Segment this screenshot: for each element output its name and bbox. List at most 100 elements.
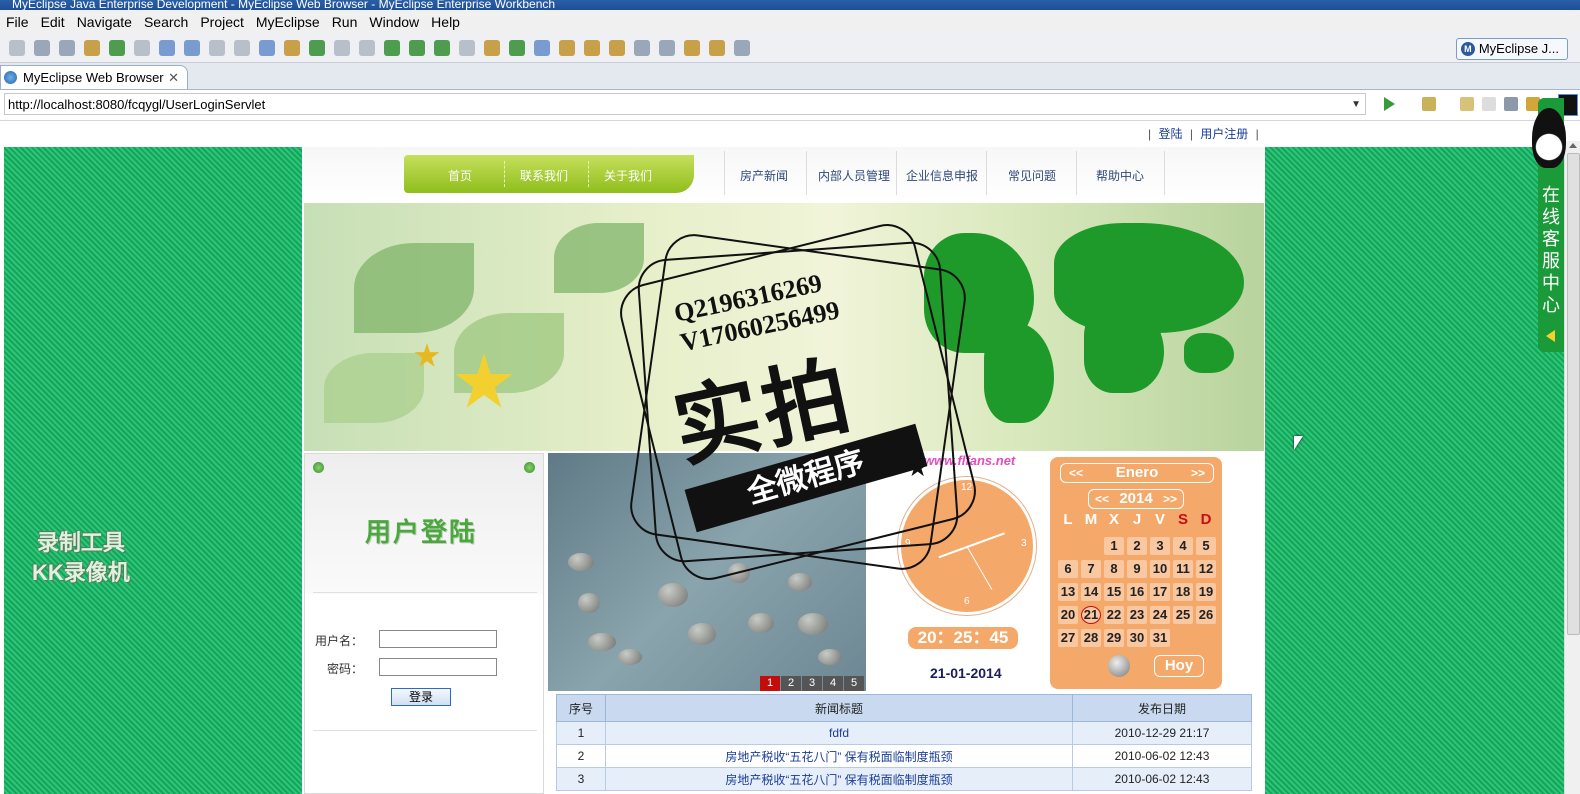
link-icon[interactable] xyxy=(534,40,550,56)
calendar-day[interactable]: 26 xyxy=(1196,606,1216,624)
save-icon[interactable] xyxy=(34,40,50,56)
debug-icon[interactable] xyxy=(109,40,125,56)
next-year-button[interactable]: >> xyxy=(1163,490,1177,508)
username-input[interactable] xyxy=(379,630,497,648)
next-annotation-icon[interactable] xyxy=(634,40,650,56)
forward-icon[interactable] xyxy=(734,40,750,56)
external-tool-icon[interactable] xyxy=(434,40,450,56)
menu-project[interactable]: Project xyxy=(200,14,244,30)
perspective-switcher[interactable]: MyEclipse J... xyxy=(1455,38,1568,60)
run-icon[interactable] xyxy=(409,40,425,56)
bug-icon[interactable] xyxy=(384,40,400,56)
calendar-day[interactable]: 28 xyxy=(1081,629,1101,647)
nav-news[interactable]: 房产新闻 xyxy=(740,167,788,184)
menu-search[interactable]: Search xyxy=(144,14,188,30)
prev-month-button[interactable]: << xyxy=(1069,464,1083,482)
menu-navigate[interactable]: Navigate xyxy=(77,14,132,30)
calendar-day[interactable]: 29 xyxy=(1104,629,1124,647)
refresh-icon[interactable] xyxy=(509,40,525,56)
nav-home[interactable]: 首页 xyxy=(448,167,472,184)
calendar-day[interactable]: 3 xyxy=(1150,537,1170,555)
close-icon[interactable]: ✕ xyxy=(168,66,179,90)
new-icon[interactable] xyxy=(9,40,25,56)
prev-year-button[interactable]: << xyxy=(1095,490,1109,508)
last-edit-icon[interactable] xyxy=(684,40,700,56)
calendar-day[interactable]: 24 xyxy=(1150,606,1170,624)
browse-icon[interactable] xyxy=(184,40,200,56)
next-month-button[interactable]: >> xyxy=(1191,464,1205,482)
vertical-scrollbar[interactable] xyxy=(1564,141,1580,794)
calendar-day[interactable]: 31 xyxy=(1150,629,1170,647)
nav-contact[interactable]: 联系我们 xyxy=(520,167,568,184)
calendar-day[interactable]: 19 xyxy=(1196,583,1216,601)
menu-help[interactable]: Help xyxy=(431,14,460,30)
package-icon[interactable] xyxy=(84,40,100,56)
calendar-day[interactable]: 9 xyxy=(1127,560,1147,578)
server-icon[interactable] xyxy=(134,40,150,56)
calendar-day[interactable]: 11 xyxy=(1173,560,1193,578)
calendar-day[interactable]: 22 xyxy=(1104,606,1124,624)
menu-edit[interactable]: Edit xyxy=(41,14,65,30)
nav-help[interactable]: 帮助中心 xyxy=(1096,167,1144,184)
pin-icon[interactable] xyxy=(559,40,575,56)
deploy-icon[interactable] xyxy=(159,40,175,56)
calendar-day[interactable]: 27 xyxy=(1058,629,1078,647)
calendar-day[interactable]: 13 xyxy=(1058,583,1078,601)
login-button[interactable]: 登录 xyxy=(391,688,451,706)
forward-icon[interactable] xyxy=(1482,97,1496,111)
slide-page-5[interactable]: 5 xyxy=(844,676,864,691)
login-link[interactable]: 登陆 xyxy=(1158,127,1182,141)
scroll-up-icon[interactable] xyxy=(1569,143,1577,148)
scroll-thumb[interactable] xyxy=(1567,153,1580,635)
today-button[interactable]: Hoy xyxy=(1154,655,1204,677)
nav-faq[interactable]: 常见问题 xyxy=(1008,167,1056,184)
collapse-icon[interactable] xyxy=(1546,330,1555,342)
slide-page-1[interactable]: 1 xyxy=(760,676,780,691)
interface-icon[interactable] xyxy=(484,40,500,56)
web-icon[interactable] xyxy=(259,40,275,56)
go-icon[interactable] xyxy=(1384,97,1395,111)
calendar-day[interactable]: 12 xyxy=(1196,560,1216,578)
news-title-link[interactable]: fdfd xyxy=(605,721,1073,745)
search-folder-icon[interactable] xyxy=(609,40,625,56)
slide-page-3[interactable]: 3 xyxy=(802,676,822,691)
news-title-link[interactable]: 房地产税收“五花八门” 保有税面临制度瓶颈 xyxy=(605,744,1073,768)
menu-run[interactable]: Run xyxy=(332,14,358,30)
calendar-day[interactable]: 2 xyxy=(1127,537,1147,555)
nav-about[interactable]: 关于我们 xyxy=(604,167,652,184)
register-link[interactable]: 用户注册 xyxy=(1200,127,1248,141)
calendar-day[interactable]: 4 xyxy=(1173,537,1193,555)
calendar-day[interactable]: 20 xyxy=(1058,606,1078,624)
password-input[interactable] xyxy=(379,658,497,676)
url-input[interactable]: http://localhost:8080/fcqygl/UserLoginSe… xyxy=(4,93,1366,115)
calendar-day[interactable]: 1 xyxy=(1104,537,1124,555)
slide-page-2[interactable]: 2 xyxy=(781,676,801,691)
calendar-day[interactable]: 30 xyxy=(1127,629,1147,647)
open-folder-icon[interactable] xyxy=(584,40,600,56)
calendar-day[interactable]: 25 xyxy=(1173,606,1193,624)
calendar-day[interactable]: 5 xyxy=(1196,537,1216,555)
nav-staff[interactable]: 内部人员管理 xyxy=(818,167,890,184)
calendar-day[interactable]: 7 xyxy=(1081,560,1101,578)
chevron-down-icon[interactable]: ▼ xyxy=(1351,94,1361,116)
folder-icon[interactable] xyxy=(284,40,300,56)
stop-icon[interactable] xyxy=(1504,97,1518,111)
tab-web-browser[interactable]: MyEclipse Web Browser ✕ xyxy=(0,65,188,89)
wizard-icon[interactable] xyxy=(359,40,375,56)
slide-page-4[interactable]: 4 xyxy=(823,676,843,691)
menu-file[interactable]: File xyxy=(6,14,29,30)
calendar-day[interactable]: 8 xyxy=(1104,560,1124,578)
calendar-day[interactable]: 18 xyxy=(1173,583,1193,601)
calendar-day[interactable]: 23 xyxy=(1127,606,1147,624)
nav-enterprise[interactable]: 企业信息申报 xyxy=(906,167,978,184)
calendar-day[interactable]: 16 xyxy=(1127,583,1147,601)
news-title-link[interactable]: 房地产税收“五花八门” 保有税面临制度瓶颈 xyxy=(605,767,1073,791)
class-icon[interactable] xyxy=(459,40,475,56)
menu-window[interactable]: Window xyxy=(369,14,419,30)
calendar-day[interactable]: 17 xyxy=(1150,583,1170,601)
back-icon[interactable] xyxy=(1460,97,1474,111)
calendar-day[interactable]: 10 xyxy=(1150,560,1170,578)
online-service-widget[interactable]: 在线客服中心 xyxy=(1532,98,1566,352)
add-icon[interactable] xyxy=(309,40,325,56)
back-icon[interactable] xyxy=(709,40,725,56)
